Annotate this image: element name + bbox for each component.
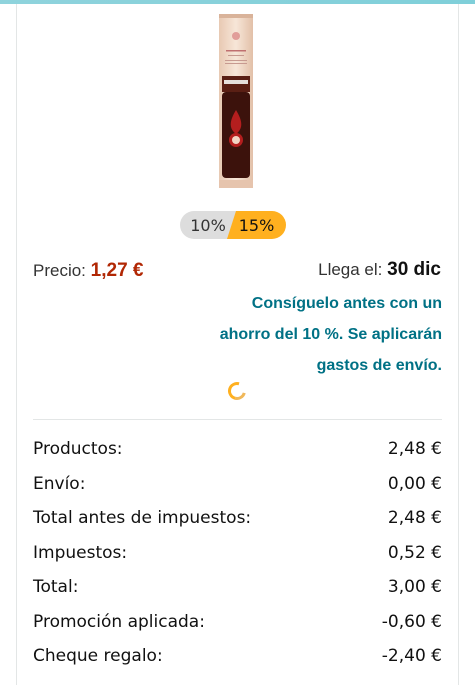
discount-option-15-selected[interactable]: 15%: [227, 211, 286, 239]
summary-row-tax: Impuestos: 0,52 €: [33, 536, 442, 571]
summary-divider: [33, 419, 442, 420]
summary-value: 0,52 €: [387, 542, 442, 563]
loading-spinner-icon: [224, 378, 250, 404]
card-border-left: [16, 4, 17, 685]
discount-toggle[interactable]: 10% 15%: [180, 211, 286, 239]
summary-value: 0,00 €: [387, 473, 442, 494]
summary-value: 2,48 €: [387, 508, 442, 529]
summary-label: Total:: [33, 577, 79, 598]
summary-value: 3,00 €: [387, 577, 442, 598]
delivery-date: 30 dic: [387, 259, 441, 280]
card-border-right: [458, 4, 459, 685]
discount-option-10[interactable]: 10%: [180, 211, 236, 239]
summary-label: Total antes de impuestos:: [33, 508, 252, 529]
summary-label: Cheque regalo:: [33, 646, 163, 667]
price-label: Precio:: [33, 261, 86, 280]
delivery-info: Llega el: 30 dic: [318, 259, 441, 281]
summary-row-products: Productos: 2,48 €: [33, 432, 442, 467]
product-sachet-image: [219, 14, 253, 188]
summary-label: Productos:: [33, 439, 123, 460]
summary-row-gift-card: Cheque regalo: -2,40 €: [33, 639, 442, 674]
summary-value: 2,48 €: [387, 439, 442, 460]
summary-value: -2,40 €: [381, 646, 442, 667]
top-accent-strip: [0, 0, 475, 4]
summary-value: -0,60 €: [381, 611, 442, 632]
summary-label: Impuestos:: [33, 542, 128, 563]
price: Precio: 1,27 €: [33, 260, 143, 282]
summary-row-shipping: Envío: 0,00 €: [33, 467, 442, 502]
summary-label: Promoción aplicada:: [33, 611, 205, 632]
summary-label: Envío:: [33, 473, 86, 494]
delivery-label: Llega el:: [318, 260, 383, 279]
order-summary: Productos: 2,48 € Envío: 0,00 € Total an…: [33, 432, 442, 674]
promo-message: Consíguelo antes con un ahorro del 10 %.…: [219, 295, 442, 374]
price-amount: 1,27 €: [90, 260, 144, 281]
summary-row-total: Total: 3,00 €: [33, 570, 442, 605]
summary-row-pretax: Total antes de impuestos: 2,48 €: [33, 501, 442, 536]
summary-row-promotion: Promoción aplicada: -0,60 €: [33, 605, 442, 640]
